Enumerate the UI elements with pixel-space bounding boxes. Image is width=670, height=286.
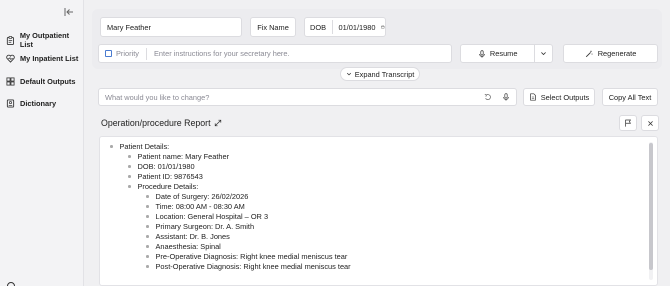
- bullet: [146, 205, 149, 208]
- instructions-placeholder: Enter instructions for your secretary he…: [154, 49, 290, 58]
- copy-all-text-button[interactable]: Copy All Text: [602, 88, 658, 106]
- list-item: Pre-Operative Diagnosis: Right knee medi…: [146, 252, 347, 261]
- sidebar-item-dictionary[interactable]: Dictionary: [6, 99, 56, 108]
- sidebar-item-inpatient-list[interactable]: My Inpatient List: [6, 54, 78, 63]
- scrollbar-thumb[interactable]: [649, 143, 653, 270]
- regenerate-button[interactable]: Regenerate: [563, 44, 658, 63]
- clipboard-icon: [6, 35, 14, 45]
- expand-transcript-button[interactable]: Expand Transcript: [340, 67, 420, 81]
- close-button[interactable]: [641, 115, 659, 131]
- list-item: DOB: 01/01/1980: [128, 162, 195, 171]
- heartbeat-icon: [6, 54, 15, 63]
- bullet: [128, 175, 131, 178]
- document-icon: [529, 93, 536, 101]
- resume-button-group: Resume: [460, 44, 553, 63]
- sidebar: My Outpatient List My Inpatient List Def…: [0, 0, 84, 286]
- microphone-icon: [479, 49, 485, 58]
- sidebar-item-label: My Inpatient List: [20, 54, 79, 63]
- list-item-text: Post-Operative Diagnosis: Right knee med…: [155, 262, 351, 271]
- list-item-text: Patient ID: 9876543: [137, 172, 203, 181]
- bullet: [128, 155, 131, 158]
- bullet: [146, 225, 149, 228]
- list-item: Procedure Details:: [128, 182, 198, 191]
- dob-field[interactable]: DOB 01/01/1980: [304, 17, 386, 37]
- expand-transcript-label: Expand Transcript: [354, 69, 415, 79]
- priority-checkbox[interactable]: [105, 50, 112, 57]
- close-icon: [647, 120, 653, 126]
- list-item-text: DOB: 01/01/1980: [137, 162, 195, 171]
- list-item-text: Patient Details:: [119, 142, 170, 151]
- list-item: Assistant: Dr. B. Jones: [146, 232, 230, 241]
- regenerate-label: Regenerate: [597, 49, 637, 58]
- report-title: Operation/procedure Report: [101, 118, 222, 128]
- copy-all-text-label: Copy All Text: [608, 92, 652, 102]
- list-item: Post-Operative Diagnosis: Right knee med…: [146, 262, 351, 271]
- change-request-placeholder: What would you like to change?: [105, 92, 210, 102]
- bullet: [128, 185, 131, 188]
- bullet: [146, 245, 149, 248]
- report-title-text: Operation/procedure Report: [101, 118, 211, 128]
- chevron-down-icon: [541, 52, 547, 56]
- flag-button[interactable]: [619, 115, 637, 131]
- list-item-text: Procedure Details:: [137, 182, 199, 191]
- patient-name-value: Mary Feather: [107, 22, 151, 32]
- list-item-text: Anaesthesia: Spinal: [155, 242, 221, 251]
- sidebar-item-outpatient-list[interactable]: My Outpatient List: [6, 31, 83, 49]
- book-icon: [6, 99, 15, 108]
- resume-button[interactable]: Resume: [461, 45, 536, 62]
- chevron-down-icon: [346, 72, 351, 76]
- priority-label: Priority: [116, 49, 139, 58]
- list-item-text: Location: General Hospital – OR 3: [155, 212, 269, 221]
- expand-icon[interactable]: [214, 119, 222, 127]
- fix-name-button[interactable]: Fix Name: [250, 17, 296, 37]
- settings-icon[interactable]: [6, 281, 16, 286]
- list-item-text: Primary Surgeon: Dr. A. Smith: [155, 222, 255, 231]
- list-item: Anaesthesia: Spinal: [146, 242, 221, 251]
- list-item-text: Time: 08:00 AM - 08:30 AM: [155, 202, 245, 211]
- select-outputs-button[interactable]: Select Outputs: [523, 88, 595, 106]
- select-outputs-label: Select Outputs: [540, 92, 590, 102]
- bullet: [128, 165, 131, 168]
- flag-icon: [625, 119, 632, 127]
- sidebar-item-default-outputs[interactable]: Default Outputs: [6, 77, 75, 86]
- resume-label: Resume: [489, 49, 518, 58]
- dob-value: 01/01/1980: [338, 22, 376, 32]
- magic-wand-icon: [585, 50, 593, 57]
- bullet: [146, 215, 149, 218]
- bullet: [146, 195, 149, 198]
- sidebar-item-label: Default Outputs: [20, 77, 76, 86]
- list-item: Time: 08:00 AM - 08:30 AM: [146, 202, 245, 211]
- resume-dropdown-button[interactable]: [535, 50, 552, 57]
- layout-icon: [6, 77, 15, 86]
- list-item: Patient name: Mary Feather: [128, 152, 229, 161]
- sidebar-item-label: My Outpatient List: [19, 31, 70, 49]
- list-item: Location: General Hospital – OR 3: [146, 212, 268, 221]
- instructions-field[interactable]: Priority Enter instructions for your sec…: [98, 44, 452, 63]
- divider: [146, 47, 147, 60]
- list-item: Patient Details:: [110, 142, 169, 151]
- list-item-text: Patient name: Mary Feather: [137, 152, 230, 161]
- main-panel: Mary Feather Fix Name DOB 01/01/1980 Pri…: [92, 9, 662, 286]
- sidebar-item-label: Dictionary: [20, 99, 57, 108]
- change-request-input[interactable]: What would you like to change?: [98, 88, 517, 106]
- fix-name-label: Fix Name: [257, 22, 289, 32]
- bullet: [146, 265, 149, 268]
- bullet: [146, 255, 149, 258]
- patient-name-field[interactable]: Mary Feather: [100, 17, 242, 37]
- collapse-sidebar-icon[interactable]: [64, 7, 74, 17]
- list-item-text: Assistant: Dr. B. Jones: [155, 232, 230, 241]
- list-item: Primary Surgeon: Dr. A. Smith: [146, 222, 254, 231]
- bullet: [110, 145, 113, 148]
- list-item-text: Pre-Operative Diagnosis: Right knee medi…: [155, 252, 348, 261]
- list-item: Patient ID: 9876543: [128, 172, 203, 181]
- list-item-text: Date of Surgery: 26/02/2026: [155, 192, 249, 201]
- dob-label: DOB: [310, 22, 327, 32]
- patient-header: Mary Feather Fix Name DOB 01/01/1980 Pri…: [92, 9, 662, 69]
- bullet: [146, 235, 149, 238]
- calendar-icon[interactable]: [381, 23, 385, 31]
- undo-icon[interactable]: [484, 93, 492, 101]
- report-content[interactable]: Patient Details: Patient name: Mary Feat…: [99, 136, 658, 286]
- list-item: Date of Surgery: 26/02/2026: [146, 192, 248, 201]
- microphone-icon[interactable]: [502, 93, 510, 101]
